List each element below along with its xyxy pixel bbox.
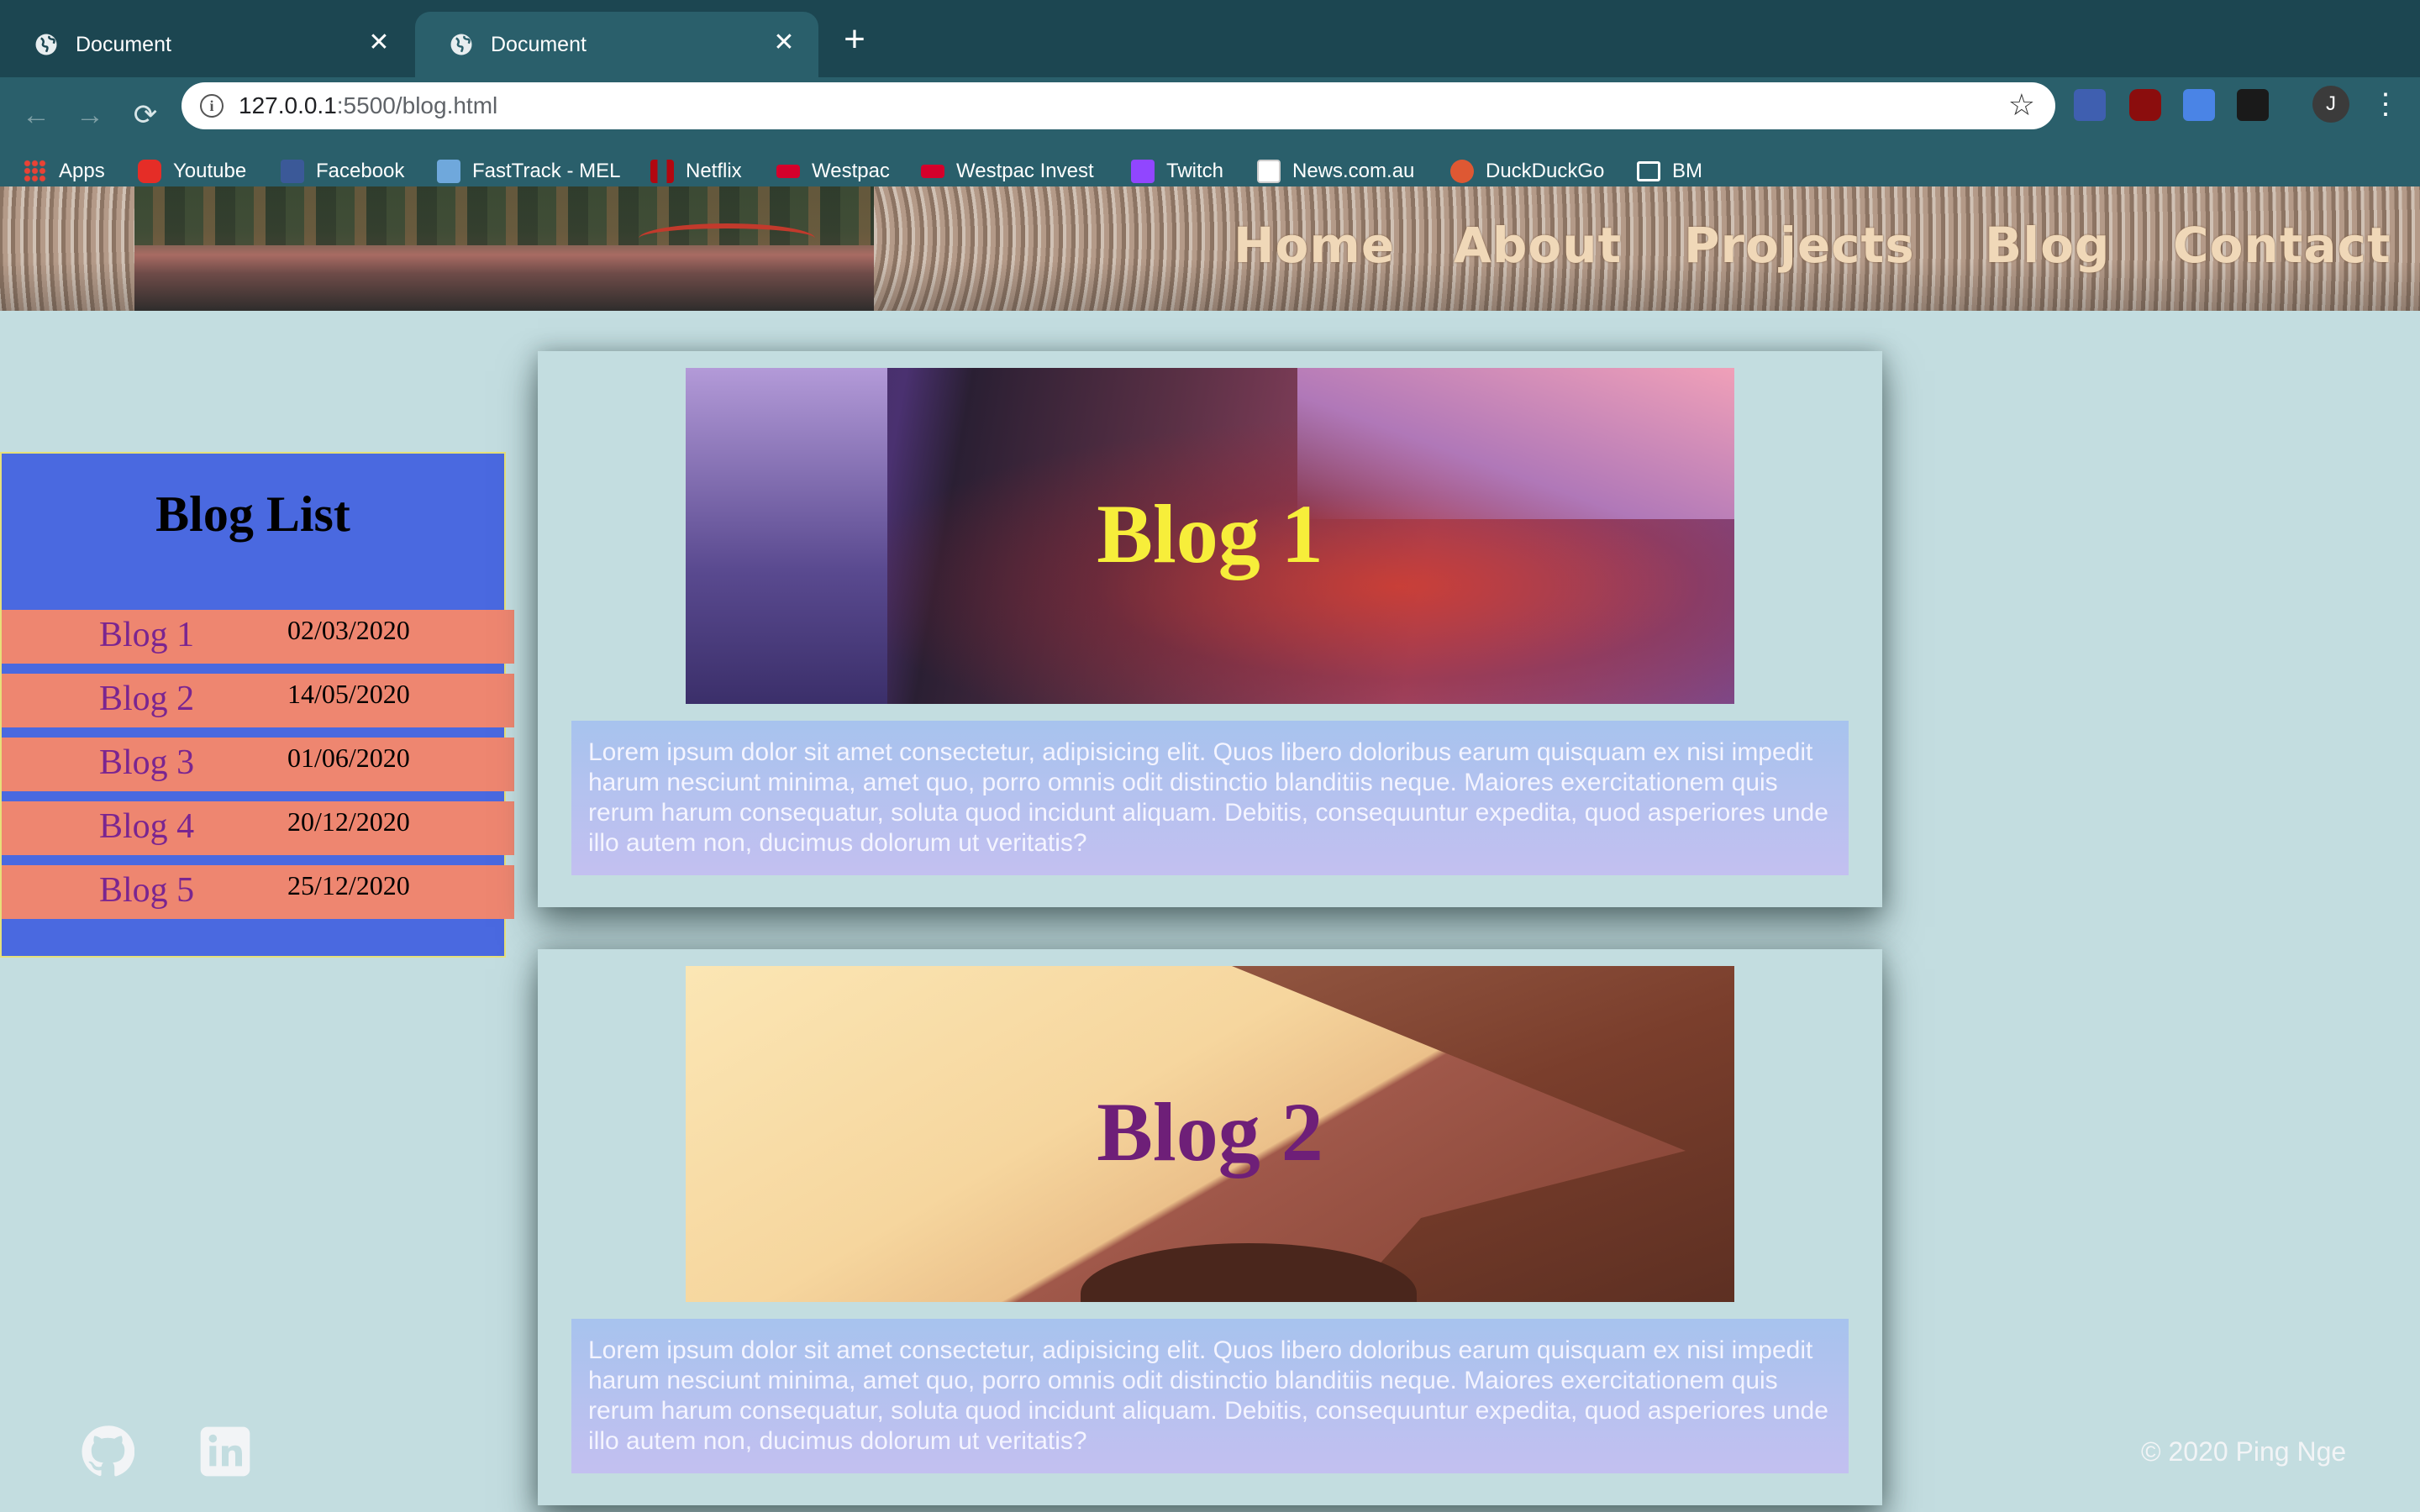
sidebar-title: Blog List: [155, 486, 350, 542]
ublock-extension-icon[interactable]: [2129, 89, 2161, 121]
close-tab-icon[interactable]: ✕: [366, 30, 392, 55]
bookmark-news[interactable]: News.com.au: [1257, 155, 1414, 188]
tab-document-1[interactable]: Document ✕: [0, 12, 413, 77]
westpac-icon: [921, 165, 944, 178]
bookmark-youtube[interactable]: Youtube: [138, 155, 246, 188]
tab-strip: Document ✕ Document ✕ +: [0, 0, 2420, 77]
fasttrack-icon: [437, 160, 460, 183]
folder-icon: [1637, 161, 1660, 181]
blog-list-item-date: 20/12/2020: [287, 806, 410, 837]
site-info-icon[interactable]: i: [200, 94, 224, 118]
bookmark-folder-bm[interactable]: BM: [1637, 155, 1702, 188]
copyright-text: © 2020 Ping Nge: [2141, 1436, 2347, 1467]
address-bar[interactable]: i 127.0.0.1:5500/blog.html ☆: [182, 82, 2055, 129]
browser-toolbar: ← → ⟳ i 127.0.0.1:5500/blog.html ☆ J ⋮ A…: [0, 77, 2420, 202]
blog-post-title: Blog 1: [1097, 487, 1323, 580]
news-icon: [1257, 160, 1281, 183]
forward-arrow-icon[interactable]: →: [71, 96, 109, 134]
blog-list-item[interactable]: Blog 4 20/12/2020: [2, 801, 514, 855]
blog-post-image[interactable]: Blog 2: [686, 966, 1734, 1302]
blog-list-item-date: 01/06/2020: [287, 743, 410, 773]
linkedin-icon[interactable]: [198, 1425, 252, 1478]
blog-list-item[interactable]: Blog 3 01/06/2020: [2, 738, 514, 791]
download-extension-icon[interactable]: [2074, 89, 2106, 121]
blog-list-item[interactable]: Blog 2 14/05/2020: [2, 674, 514, 727]
close-tab-icon[interactable]: ✕: [771, 30, 797, 55]
blog-post-text: Lorem ipsum dolor sit amet consectetur, …: [571, 1319, 1849, 1473]
blog-list-item-name: Blog 5: [99, 871, 195, 910]
bookmark-netflix[interactable]: Netflix: [650, 155, 742, 188]
bookmark-facebook[interactable]: Facebook: [281, 155, 404, 188]
tab-document-2[interactable]: Document ✕: [415, 12, 818, 77]
nav-about[interactable]: About: [1454, 217, 1622, 274]
profile-avatar[interactable]: J: [2312, 86, 2349, 123]
new-tab-button[interactable]: +: [837, 21, 872, 58]
globe-icon: [35, 34, 57, 55]
nav-projects[interactable]: Projects: [1684, 217, 1915, 274]
blog-post-text: Lorem ipsum dolor sit amet consectetur, …: [571, 721, 1849, 875]
blog-list-item-name: Blog 2: [99, 680, 195, 718]
bookmark-twitch[interactable]: Twitch: [1131, 155, 1223, 188]
bookmark-westpac[interactable]: Westpac: [776, 155, 890, 188]
banner-bridge: [639, 223, 815, 254]
bookmark-apps[interactable]: Apps: [24, 155, 105, 188]
bookmark-star-icon[interactable]: ☆: [2008, 87, 2035, 123]
blog-list-item[interactable]: Blog 1 02/03/2020: [2, 610, 514, 664]
blog-post-title: Blog 2: [1097, 1085, 1323, 1179]
blog-list-item-date: 14/05/2020: [287, 679, 410, 709]
translate-extension-icon[interactable]: [2183, 89, 2215, 121]
westpac-icon: [776, 165, 800, 178]
image-engine: [1081, 1243, 1417, 1302]
back-arrow-icon[interactable]: ←: [17, 96, 55, 134]
bookmark-westpac-invest[interactable]: Westpac Invest: [921, 155, 1094, 188]
apps-grid-icon: [24, 160, 47, 183]
blog-list-item-date: 02/03/2020: [287, 615, 410, 645]
incognito-extension-icon[interactable]: [2237, 89, 2269, 121]
youtube-icon: [138, 160, 161, 183]
blog-list-item-date: 25/12/2020: [287, 870, 410, 900]
bookmark-fasttrack[interactable]: FastTrack - MEL: [437, 155, 620, 188]
globe-icon: [450, 34, 472, 55]
menu-kebab-icon[interactable]: ⋮: [2371, 84, 2400, 124]
url-text[interactable]: 127.0.0.1:5500/blog.html: [239, 92, 497, 119]
duckduckgo-icon: [1450, 160, 1474, 183]
tab-title: Document: [76, 32, 171, 56]
blog-post-card: Blog 1 Lorem ipsum dolor sit amet consec…: [538, 351, 1882, 907]
header-banner: Home About Projects Blog Contact: [0, 186, 2420, 311]
reload-icon[interactable]: ⟳: [126, 96, 165, 134]
blog-list-sidebar: Blog List Blog 1 02/03/2020 Blog 2 14/05…: [0, 452, 514, 958]
blog-post-card: Blog 2 Lorem ipsum dolor sit amet consec…: [538, 949, 1882, 1505]
github-icon[interactable]: [81, 1425, 134, 1478]
blog-post-image[interactable]: Blog 1: [686, 368, 1734, 704]
bookmark-duckduckgo[interactable]: DuckDuckGo: [1450, 155, 1604, 188]
blog-list-item-name: Blog 4: [99, 807, 195, 846]
twitch-icon: [1131, 160, 1155, 183]
blog-list-item-name: Blog 3: [99, 743, 195, 782]
tab-title: Document: [491, 32, 587, 56]
nav-contact[interactable]: Contact: [2173, 217, 2391, 274]
blog-list-item[interactable]: Blog 5 25/12/2020: [2, 865, 514, 919]
nav-blog[interactable]: Blog: [1985, 217, 2110, 274]
nav-home[interactable]: Home: [1234, 217, 1395, 274]
netflix-icon: [650, 160, 674, 183]
blog-list-item-name: Blog 1: [99, 616, 195, 654]
facebook-icon: [281, 160, 304, 183]
